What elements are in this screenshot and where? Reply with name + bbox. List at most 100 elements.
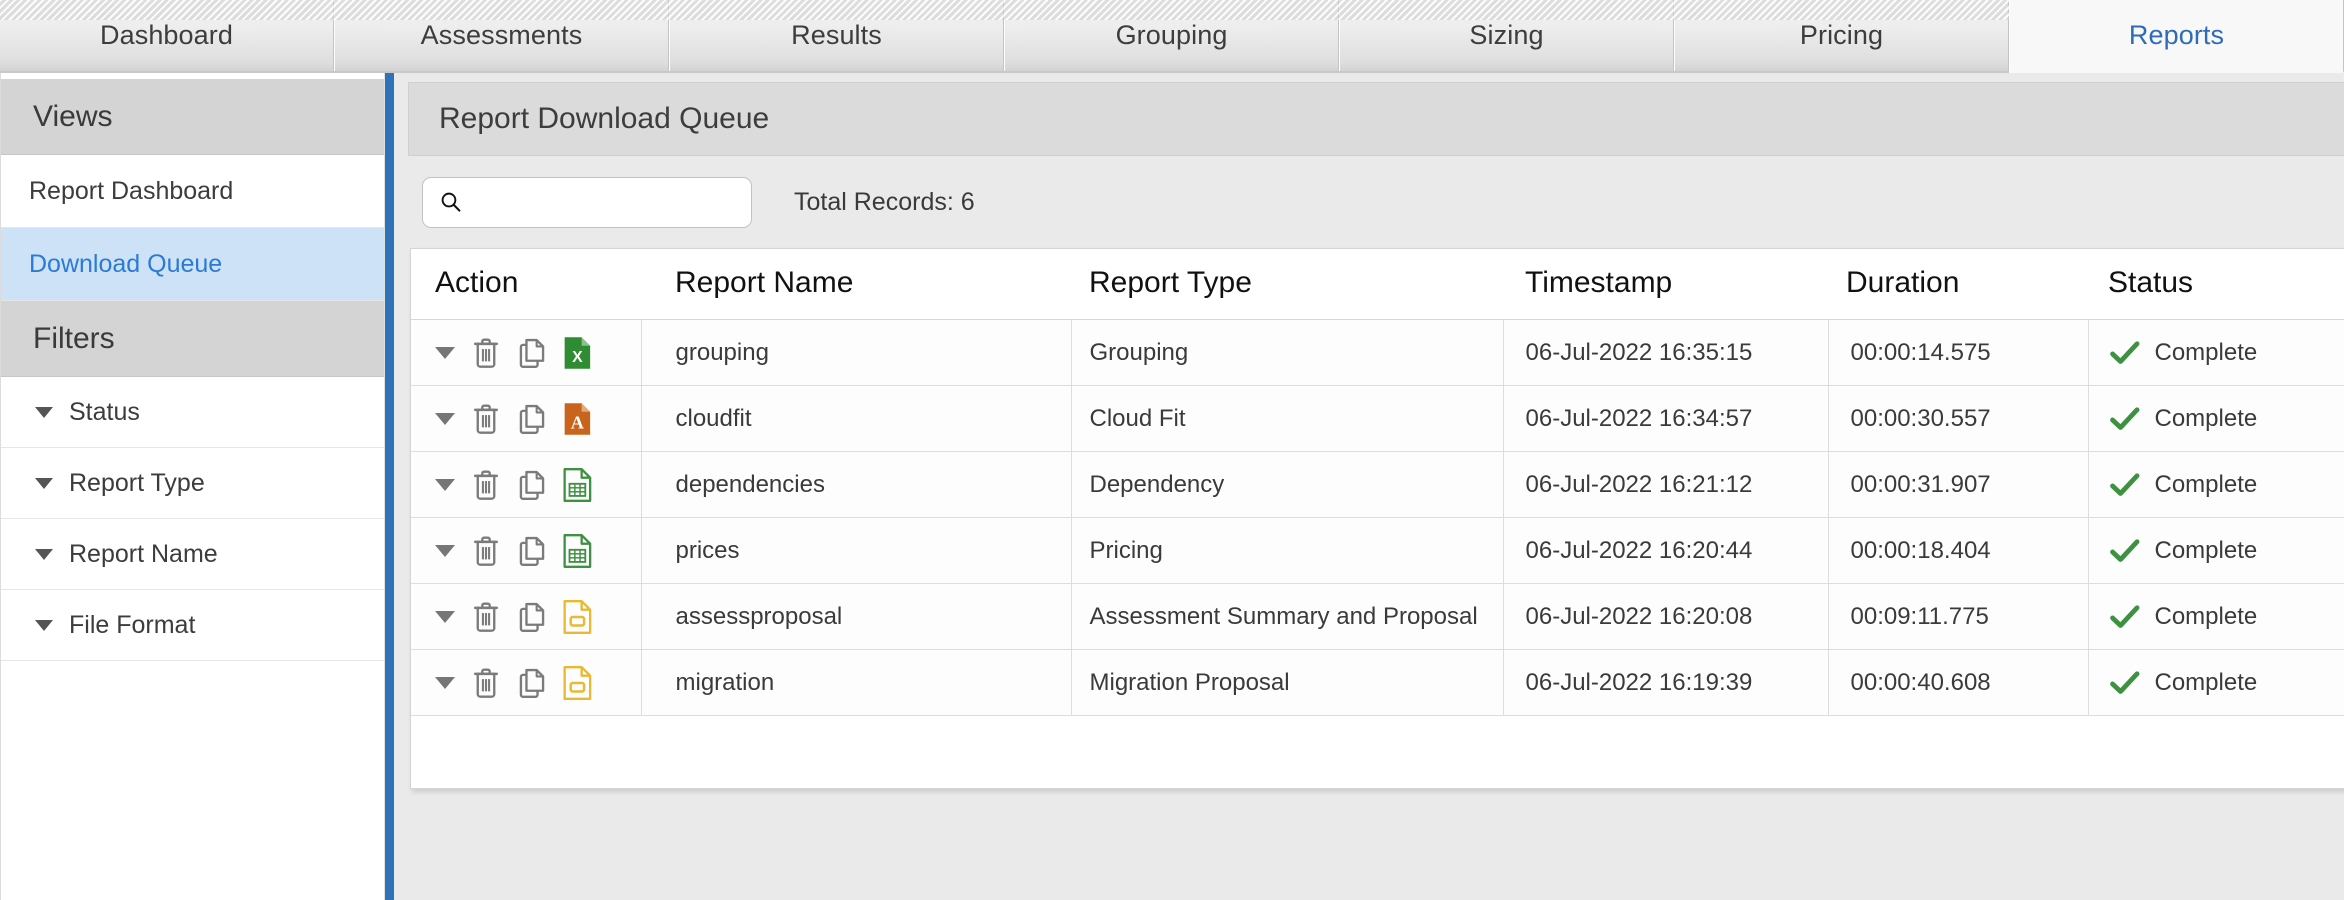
chevron-down-icon[interactable] [435,412,455,425]
table-header-row: Action Report Name Report Type Timestamp… [411,249,2344,320]
column-header-duration[interactable]: Duration [1828,249,2088,320]
tab-assessments[interactable]: Assessments [334,0,669,71]
tab-dashboard[interactable]: Dashboard [0,0,334,71]
cell-action [411,517,642,584]
sidebar: Views Report Dashboard Download Queue Fil… [0,73,385,900]
cell-timestamp: 06-Jul-2022 16:21:12 [1503,451,1829,518]
cell-timestamp: 06-Jul-2022 16:20:08 [1503,583,1829,650]
copy-icon[interactable] [517,535,547,567]
copy-icon[interactable] [517,667,547,699]
cell-status: Complete [2088,649,2344,716]
main-tab-bar: Dashboard Assessments Results Grouping Sizin… [0,0,2344,73]
column-header-action[interactable]: Action [411,249,641,320]
column-header-timestamp[interactable]: Timestamp [1503,249,1828,320]
pdf-file-icon[interactable]: A [563,402,593,436]
copy-icon[interactable] [517,337,547,369]
sidebar-item-label: Download Queue [29,249,223,278]
svg-text:X: X [572,349,583,366]
copy-icon[interactable] [517,469,547,501]
tab-label: Dashboard [100,20,233,50]
cell-report-type: Grouping [1071,319,1504,386]
filter-item-report-name[interactable]: Report Name [1,519,384,590]
trash-icon[interactable] [471,535,501,567]
tab-grouping[interactable]: Grouping [1004,0,1339,71]
row-action-group: X [435,336,640,370]
status-label: Complete [2154,536,2258,564]
trash-icon[interactable] [471,469,501,501]
tab-results[interactable]: Results [669,0,1004,71]
svg-text:A: A [571,412,585,432]
search-input[interactable] [462,188,751,216]
row-action-group [435,533,640,568]
sidebar-views-header-label: Views [33,99,113,133]
filter-item-report-type[interactable]: Report Type [1,448,384,519]
chevron-down-icon [35,548,53,560]
chevron-down-icon[interactable] [435,676,455,689]
tab-reports[interactable]: Reports [2009,0,2344,73]
cell-action [411,451,642,518]
trash-icon[interactable] [471,601,501,633]
chevron-down-icon [35,477,53,489]
status-badge: Complete [2109,339,2344,367]
trash-icon[interactable] [471,667,501,699]
cell-report-type: Cloud Fit [1071,385,1504,452]
cell-status: Complete [2088,319,2344,386]
cell-duration: 00:00:14.575 [1828,319,2089,386]
table-row[interactable]: assessproposal Assessment Summary and Pro… [411,583,2344,650]
row-action-group [435,467,640,502]
pptx-file-icon[interactable] [563,599,593,634]
chevron-down-icon[interactable] [435,544,455,557]
cell-action: A [411,385,642,452]
total-records-label: Total Records: 6 [794,187,975,216]
table-empty-cell [641,715,1071,788]
column-header-report-type[interactable]: Report Type [1071,249,1503,320]
xlsx-file-icon[interactable]: X [563,336,593,370]
cell-report-name: cloudfit [641,385,1072,452]
check-icon [2109,406,2139,430]
trash-icon[interactable] [471,337,501,369]
table-empty-cell [1071,715,1503,788]
chevron-down-icon[interactable] [435,610,455,623]
table-header: Action Report Name Report Type Timestamp… [411,249,2344,320]
sidebar-filters-list: Status Report Type Report Name File Format [1,377,384,661]
table-row[interactable]: Xgrouping Grouping 06-Jul-2022 16:35:15 00:… [411,319,2344,386]
filter-item-status[interactable]: Status [1,377,384,448]
check-icon [2109,538,2139,562]
chevron-down-icon[interactable] [435,478,455,491]
tab-sizing[interactable]: Sizing [1339,0,1674,71]
table-row[interactable]: migration Migration Proposal 06-Jul-2022 1… [411,649,2344,716]
table-row[interactable]: dependencies Dependency 06-Jul-2022 16:21:… [411,451,2344,518]
tab-pricing[interactable]: Pricing [1674,0,2009,71]
column-header-status[interactable]: Status [2088,249,2344,320]
status-badge: Complete [2109,537,2344,565]
table-empty-cell [2088,715,2344,788]
sidebar-item-download-queue[interactable]: Download Queue [1,228,384,301]
cell-action [411,649,642,716]
table-row[interactable]: Acloudfit Cloud Fit 06-Jul-2022 16:34:57 00… [411,385,2344,452]
chevron-down-icon[interactable] [435,346,455,359]
sidebar-item-report-dashboard[interactable]: Report Dashboard [1,155,384,228]
row-action-group [435,599,640,634]
check-icon [2109,340,2139,364]
copy-icon[interactable] [517,601,547,633]
sidebar-filters-header-label: Filters [33,321,115,355]
csv-file-icon[interactable] [563,533,593,568]
status-label: Complete [2154,404,2258,432]
cell-report-name: prices [641,517,1072,584]
main-content: Report Download Queue Total Records: 6 A… [394,73,2344,900]
copy-icon[interactable] [517,403,547,435]
status-badge: Complete [2109,405,2344,433]
trash-icon[interactable] [471,403,501,435]
pptx-file-icon[interactable] [563,665,593,700]
table-row[interactable]: prices Pricing 06-Jul-2022 16:20:44 00:00:1… [411,517,2344,584]
row-action-group [435,665,640,700]
search-box[interactable] [422,176,752,228]
status-badge: Complete [2109,471,2344,499]
sidebar-divider [385,73,394,900]
csv-file-icon[interactable] [563,467,593,502]
tab-label: Pricing [1799,20,1884,50]
cell-report-type: Dependency [1071,451,1504,518]
filter-item-file-format[interactable]: File Format [1,590,384,661]
column-header-report-name[interactable]: Report Name [641,249,1071,320]
chevron-down-icon [35,406,53,418]
